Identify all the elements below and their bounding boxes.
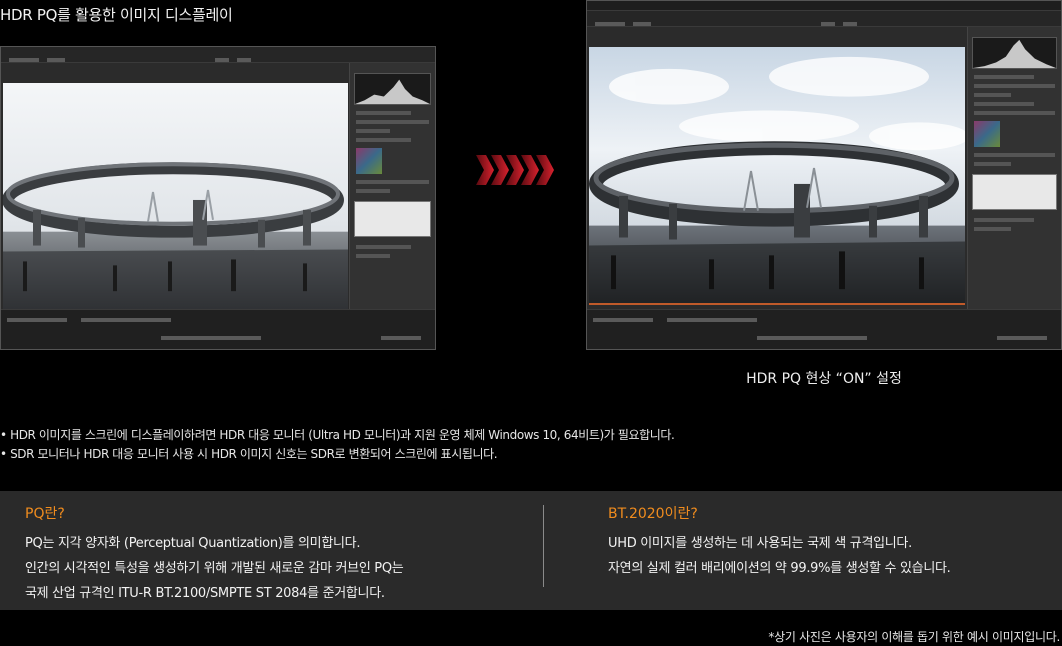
editor-toolbar — [1, 47, 435, 63]
note-line: • HDR 이미지를 스크린에 디스플레이하려면 HDR 대응 모니터 (Ult… — [0, 428, 675, 442]
pq-info: PQ란? PQ는 지각 양자화 (Perceptual Quantization… — [25, 503, 404, 606]
color-adjust-swatch — [356, 148, 382, 174]
editor-side-panel — [967, 27, 1061, 309]
info-divider — [543, 505, 544, 587]
note-line: • SDR 모니터나 HDR 대응 모니터 사용 시 HDR 이미지 신호는 S… — [0, 447, 498, 461]
tone-curve-panel — [972, 174, 1057, 210]
hdr-caption: HDR PQ 현상 “ON” 설정 — [746, 371, 902, 387]
color-adjust-swatch — [974, 121, 1000, 147]
hdr-editor-screenshot — [586, 0, 1062, 350]
bt2020-line: 자연의 실제 컬러 배리에이션의 약 99.9%를 생성할 수 있습니다. — [608, 561, 951, 576]
editor-menu-bar — [587, 1, 1061, 16]
bt2020-line: UHD 이미지를 생성하는 데 사용되는 국제 색 규격입니다. — [608, 536, 912, 551]
pq-line: 국제 산업 규격인 ITU-R BT.2100/SMPTE ST 2084를 준… — [25, 586, 385, 601]
bt2020-heading: BT.2020이란? — [608, 506, 698, 522]
histogram — [354, 73, 431, 105]
sdr-editor-screenshot — [0, 46, 436, 350]
info-panel: PQ란? PQ는 지각 양자화 (Perceptual Quantization… — [0, 491, 1062, 610]
editor-bottom-bar — [587, 309, 1061, 349]
pq-heading: PQ란? — [25, 506, 65, 522]
requirement-notes: • HDR 이미지를 스크린에 디스플레이하려면 HDR 대응 모니터 (Ult… — [0, 426, 675, 464]
bt2020-info: BT.2020이란? UHD 이미지를 생성하는 데 사용되는 국제 색 규격입… — [608, 503, 951, 581]
disclaimer: *상기 사진은 사용자의 이해를 돕기 위한 예시 이미지입니다. — [768, 630, 1060, 644]
editor-bottom-bar — [1, 309, 435, 349]
bridge-photo-hdr — [589, 47, 965, 305]
bridge-photo-sdr — [3, 83, 348, 311]
histogram — [972, 37, 1057, 69]
page-title: HDR PQ를 활용한 이미지 디스플레이 — [0, 6, 233, 24]
pq-line: PQ는 지각 양자화 (Perceptual Quantization)를 의미… — [25, 536, 361, 551]
pq-line: 인간의 시각적인 특성을 생성하기 위해 개발된 새로운 감마 커브인 PQ는 — [25, 561, 404, 576]
editor-toolbar — [587, 11, 1061, 27]
tone-curve-panel — [354, 201, 431, 237]
editor-side-panel — [349, 63, 435, 309]
transition-arrows — [476, 155, 554, 185]
